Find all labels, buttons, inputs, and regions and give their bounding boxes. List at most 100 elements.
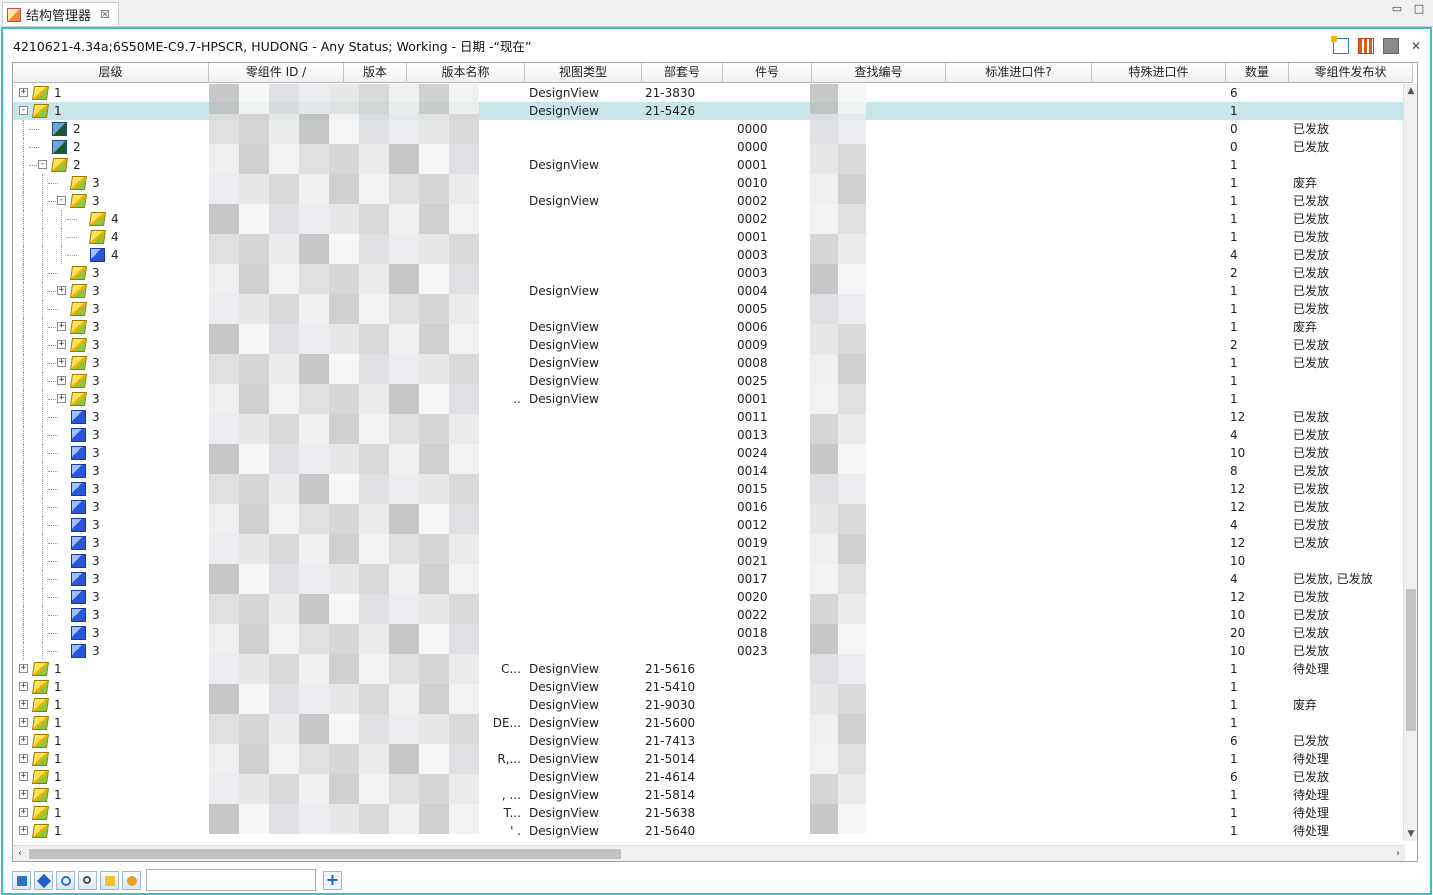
- level-cell: +1: [13, 696, 209, 714]
- release-status-cell: 废弃: [1293, 320, 1318, 334]
- part-no-cell: [723, 822, 812, 840]
- quantity-cell: 1: [1230, 680, 1238, 694]
- assembly-no-cell: [642, 390, 723, 408]
- expand-node-icon[interactable]: +: [19, 682, 28, 691]
- expand-node-icon[interactable]: +: [57, 394, 66, 403]
- add-button[interactable]: +: [323, 870, 342, 890]
- horizontal-scroll-thumb[interactable]: [29, 849, 621, 859]
- release-status-cell: [1289, 390, 1409, 408]
- column-header-1[interactable]: 零组件 ID /: [209, 63, 344, 83]
- search-icon[interactable]: [78, 870, 97, 890]
- minimize-icon[interactable]: ▭: [1390, 2, 1404, 16]
- mosaic-tile: [389, 324, 419, 354]
- mosaic-tile: [299, 384, 329, 414]
- expand-node-icon[interactable]: +: [19, 736, 28, 745]
- column-header-3[interactable]: 版本名称: [407, 63, 525, 83]
- column-header-6[interactable]: 件号: [723, 63, 812, 83]
- column-header-0[interactable]: 层级: [13, 63, 209, 83]
- refresh-icon[interactable]: [56, 870, 75, 890]
- expand-node-icon[interactable]: +: [19, 700, 28, 709]
- expand-node-icon[interactable]: +: [19, 826, 28, 835]
- mosaic-tile: [810, 234, 838, 264]
- mosaic-tile: [239, 84, 269, 114]
- column-header-8[interactable]: 标准进口件?: [946, 63, 1092, 83]
- part-no-cell: 0012: [737, 518, 768, 532]
- column-header-5[interactable]: 部套号: [642, 63, 723, 83]
- collapse-icon[interactable]: [34, 870, 53, 890]
- bottom-toolbar: +: [12, 867, 1418, 893]
- view-type-cell: DesignView: [529, 194, 599, 208]
- structure-manager-tab[interactable]: 结构管理器 ☒: [2, 2, 119, 26]
- level-cell: 3: [13, 534, 209, 552]
- tab-title: 结构管理器: [26, 9, 92, 24]
- column-header-10[interactable]: 数量: [1226, 63, 1289, 83]
- release-status-cell: [1289, 372, 1409, 390]
- part-icon: [71, 464, 86, 478]
- collapse-node-icon[interactable]: -: [57, 196, 66, 205]
- level-cell: 3: [13, 444, 209, 462]
- column-header-4[interactable]: 视图类型: [525, 63, 642, 83]
- quantity-cell: 6: [1230, 734, 1238, 748]
- release-status-cell: 已发放: [1293, 464, 1330, 478]
- search-input[interactable]: [146, 869, 316, 891]
- find-in-tree-icon[interactable]: [100, 870, 119, 890]
- level-value: 3: [92, 482, 100, 496]
- mosaic-tile: [359, 294, 389, 324]
- maximize-icon[interactable]: □: [1412, 2, 1426, 16]
- level-cell: 3: [13, 498, 209, 516]
- expand-node-icon[interactable]: +: [19, 718, 28, 727]
- vertical-scrollbar[interactable]: ▲ ▼: [1403, 84, 1417, 841]
- vertical-scroll-thumb[interactable]: [1406, 589, 1416, 731]
- mosaic-tile: [810, 504, 838, 534]
- view-type-cell: [525, 300, 642, 318]
- expand-node-icon[interactable]: +: [19, 664, 28, 673]
- mosaic-tile: [838, 294, 866, 324]
- expand-node-icon[interactable]: +: [19, 808, 28, 817]
- column-config-icon[interactable]: [1358, 38, 1374, 54]
- expand-node-icon[interactable]: +: [57, 322, 66, 331]
- view-type-cell: [525, 264, 642, 282]
- part-no-cell: 0016: [737, 500, 768, 514]
- scroll-down-icon[interactable]: ▼: [1404, 827, 1417, 841]
- view-type-cell: [525, 408, 642, 426]
- expand-node-icon[interactable]: +: [57, 358, 66, 367]
- expand-node-icon[interactable]: +: [19, 754, 28, 763]
- column-header-2[interactable]: 版本: [344, 63, 407, 83]
- settings-icon[interactable]: [122, 870, 141, 890]
- view-type-cell: [525, 570, 642, 588]
- release-status-cell: 已发放: [1293, 140, 1330, 154]
- expand-node-icon[interactable]: +: [19, 772, 28, 781]
- new-window-icon[interactable]: [1331, 36, 1349, 54]
- expand-node-icon[interactable]: +: [57, 340, 66, 349]
- view-type-cell: DesignView: [529, 86, 599, 100]
- horizontal-scrollbar[interactable]: ‹ ›: [13, 845, 1405, 861]
- part-no-cell: 0006: [737, 320, 768, 334]
- column-header-9[interactable]: 特殊进口件: [1092, 63, 1226, 83]
- expand-node-icon[interactable]: +: [19, 790, 28, 799]
- expand-node-icon[interactable]: +: [57, 286, 66, 295]
- column-header-7[interactable]: 查找编号: [812, 63, 946, 83]
- collapse-node-icon[interactable]: -: [19, 106, 28, 115]
- view-type-cell: [525, 516, 642, 534]
- special-import-cell: [1092, 300, 1226, 318]
- expand-node-icon[interactable]: +: [19, 88, 28, 97]
- column-header-11[interactable]: 零组件发布状: [1289, 63, 1413, 83]
- scroll-up-icon[interactable]: ▲: [1404, 84, 1417, 98]
- mosaic-tile: [359, 354, 389, 384]
- expand-node-icon[interactable]: +: [57, 376, 66, 385]
- scroll-left-icon[interactable]: ‹: [13, 846, 27, 861]
- close-tab-icon[interactable]: ☒: [100, 8, 110, 21]
- expand-icon[interactable]: [12, 870, 31, 890]
- scroll-right-icon[interactable]: ›: [1391, 846, 1405, 861]
- save-icon[interactable]: [1383, 38, 1399, 54]
- tree-line: [48, 471, 58, 472]
- structure-table: 层级 零组件 ID / 版本 版本名称 视图类型 部套号 件号 查找编号 标准进口件? 特殊进口件…: [12, 62, 1418, 862]
- level-cell: +3: [13, 336, 209, 354]
- quantity-cell: 6: [1230, 86, 1238, 100]
- release-status-cell: 已发放: [1293, 266, 1330, 280]
- assembly-icon: [32, 824, 49, 838]
- collapse-panel-icon[interactable]: ✕: [1408, 38, 1424, 54]
- level-cell: 3: [13, 300, 209, 318]
- view-type-cell: [525, 210, 642, 228]
- collapse-node-icon[interactable]: -: [38, 160, 47, 169]
